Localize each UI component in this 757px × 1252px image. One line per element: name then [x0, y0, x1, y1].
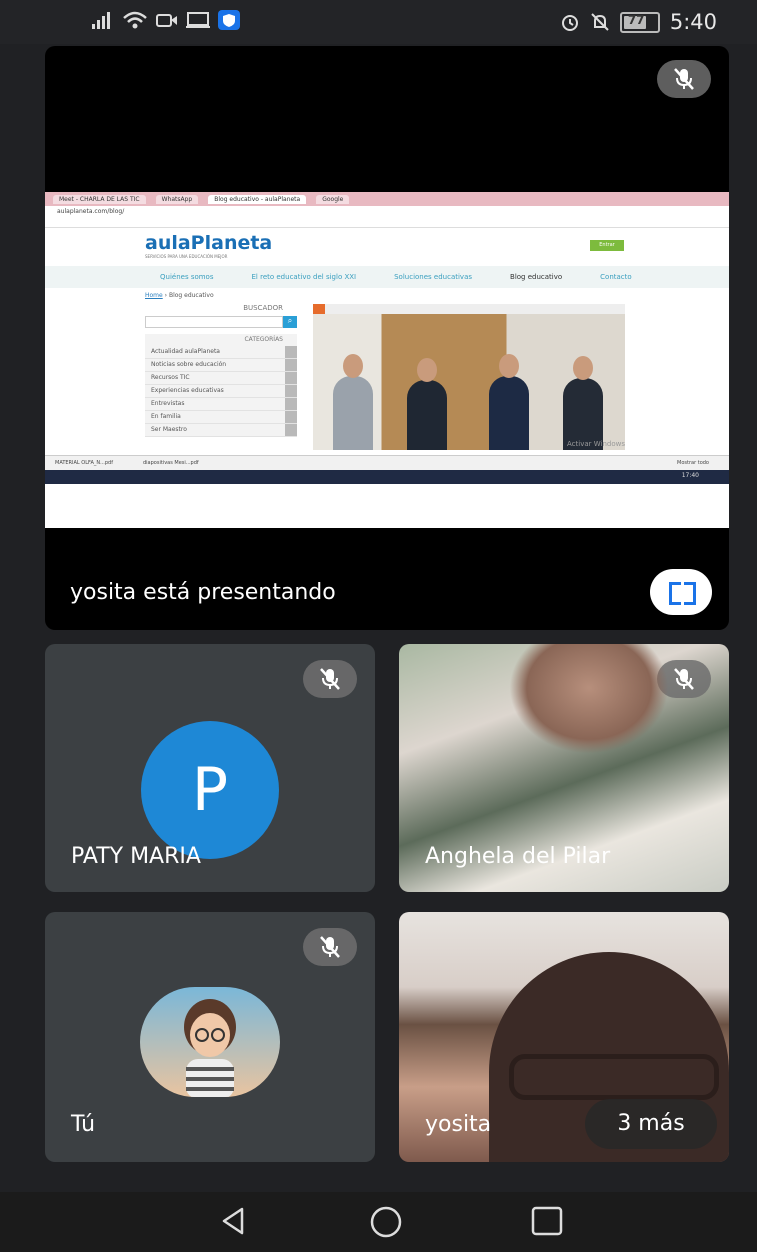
browser-tab-bar: Meet - CHARLA DE LAS TIC WhatsApp Blog e… — [45, 192, 729, 206]
shield-icon — [218, 10, 240, 30]
category-item: Entrevistas — [145, 398, 297, 411]
glasses — [509, 1054, 719, 1100]
category-item: Ser Maestro — [145, 424, 297, 437]
person-figure — [407, 358, 447, 450]
home-icon[interactable] — [370, 1206, 402, 1238]
flag-icon — [313, 304, 325, 314]
category-item: Noticias sobre educación — [145, 359, 297, 372]
back-icon[interactable] — [220, 1206, 246, 1236]
bookmarks-bar — [45, 217, 729, 228]
site-logo: aulaPlaneta — [145, 232, 273, 254]
windows-watermark: Activar Windows — [567, 440, 625, 448]
site-tagline: SERVICIOS PARA UNA EDUCACIÓN MEJOR — [145, 254, 228, 259]
browser-tab: Meet - CHARLA DE LAS TIC — [53, 194, 146, 204]
participant-name: yosita — [425, 1112, 492, 1137]
site-nav: Quiénes somos El reto educativo del sigl… — [45, 266, 729, 288]
site-nav-item: El reto educativo del siglo XXI — [251, 273, 357, 281]
category-item: Actualidad aulaPlaneta — [145, 346, 297, 359]
status-icons-right: 77 5:40 — [560, 10, 717, 34]
site-sidebar: BUSCADOR ⌕ CATEGORÍAS Actualidad aulaPla… — [145, 304, 297, 437]
fullscreen-button[interactable] — [650, 569, 712, 615]
participant-name: PATY MARIA — [71, 844, 201, 869]
url-bar: aulaplaneta.com/blog/ — [45, 206, 729, 217]
breadcrumb: Home › Blog educativo — [145, 292, 214, 299]
status-icons-left — [92, 10, 240, 30]
taskbar-clock: 17:40 — [681, 472, 699, 479]
alarm-icon — [561, 15, 578, 31]
clock: 5:40 — [669, 10, 717, 34]
mute-indicator — [303, 660, 357, 698]
avatar: P — [141, 721, 279, 859]
more-participants-button[interactable]: 3 más — [585, 1099, 717, 1149]
signal-icon — [92, 12, 110, 29]
mic-off-icon — [674, 68, 694, 90]
mic-off-icon — [674, 668, 694, 690]
status-bar: 77 5:40 — [0, 0, 757, 44]
avatar — [140, 987, 280, 1097]
site-nav-item: Quiénes somos — [160, 273, 214, 281]
site-search: ⌕ — [145, 316, 297, 328]
participant-name: Anghela del Pilar — [425, 844, 611, 869]
presentation-tile[interactable]: Meet - CHARLA DE LAS TIC WhatsApp Blog e… — [45, 46, 729, 630]
browser-tab: WhatsApp — [155, 194, 199, 204]
categories-list: CATEGORÍAS Actualidad aulaPlaneta Notici… — [145, 334, 297, 437]
video-feed — [509, 644, 669, 754]
browser-tab: Blog educativo - aulaPlaneta — [208, 194, 307, 204]
battery-level: 77 — [627, 12, 645, 27]
category-item: En familia — [145, 411, 297, 424]
participant-tile[interactable]: Anghela del Pilar — [399, 644, 729, 892]
person-figure — [489, 354, 529, 450]
person-figure — [333, 354, 373, 450]
mute-indicator — [303, 928, 357, 966]
participant-tile[interactable]: yosita 3 más — [399, 912, 729, 1162]
blog-photo — [313, 304, 625, 450]
category-item: Experiencias educativas — [145, 385, 297, 398]
download-item: diapositivas Mesi...pdf — [142, 460, 199, 466]
site-header: aulaPlaneta SERVICIOS PARA UNA EDUCACIÓN… — [145, 232, 729, 259]
windows-taskbar: 17:40 — [45, 470, 729, 484]
mute-indicator — [657, 60, 711, 98]
browser-tab: Google — [316, 194, 350, 204]
site-nav-item: Soluciones educativas — [394, 273, 473, 281]
notifications-off-icon — [591, 13, 609, 31]
site-enter-button: Entrar — [590, 240, 624, 251]
camera-icon — [156, 14, 177, 27]
site-search-input — [145, 316, 283, 328]
participant-tile[interactable]: P PATY MARIA — [45, 644, 375, 892]
search-icon: ⌕ — [283, 316, 297, 328]
mic-off-icon — [320, 668, 340, 690]
presenter-label: yosita está presentando — [70, 580, 336, 605]
site-nav-item: Blog educativo — [510, 273, 563, 281]
categories-label: CATEGORÍAS — [244, 336, 283, 343]
url-text: aulaplaneta.com/blog/ — [57, 208, 125, 215]
navigation-bar — [0, 1192, 757, 1252]
show-all-label: Mostrar todo — [677, 460, 709, 466]
mic-off-icon — [320, 936, 340, 958]
wifi-icon — [123, 11, 147, 29]
battery-icon: 77 — [619, 11, 660, 33]
breadcrumb-home: Home — [145, 292, 163, 299]
search-label: BUSCADOR — [243, 304, 283, 312]
breadcrumb-current: Blog educativo — [168, 292, 214, 299]
participant-name: Tú — [71, 1112, 96, 1137]
screen-cast-icon — [186, 12, 210, 28]
downloads-bar: MATERIAL OLFA_N...pdf diapositivas Mesi.… — [45, 455, 729, 470]
recents-icon[interactable] — [531, 1206, 563, 1236]
category-item: Recursos TIC — [145, 372, 297, 385]
participant-tile[interactable]: Tú — [45, 912, 375, 1162]
site-nav-item: Contacto — [600, 273, 632, 281]
shared-screen: Meet - CHARLA DE LAS TIC WhatsApp Blog e… — [45, 192, 729, 528]
download-item: MATERIAL OLFA_N...pdf — [55, 460, 113, 466]
